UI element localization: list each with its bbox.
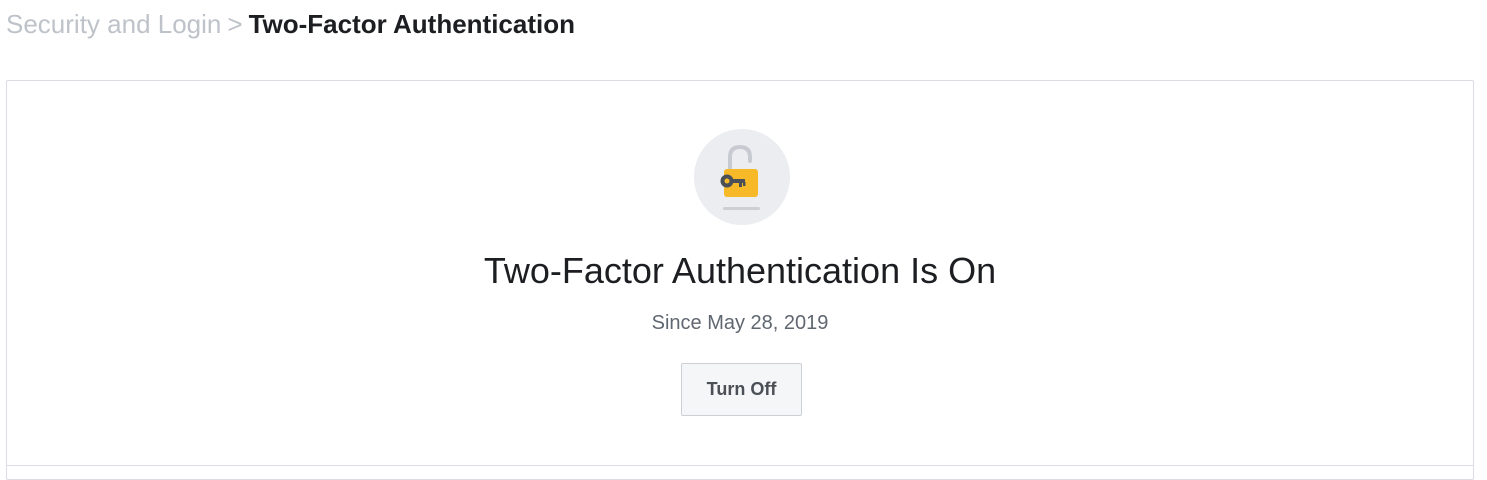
enabled-since-date: Since May 28, 2019	[651, 312, 829, 334]
section-divider	[7, 465, 1473, 466]
two-factor-status-card: Two-Factor Authentication Is On Since Ma…	[6, 80, 1474, 480]
breadcrumb: Security and Login > Two-Factor Authentica…	[6, 8, 575, 40]
breadcrumb-link-security-and-login[interactable]: Security and Login	[6, 9, 221, 39]
page-title: Two-Factor Authentication	[248, 9, 575, 39]
unlocked-padlock-key-icon	[694, 129, 790, 225]
turn-off-button[interactable]: Turn Off	[681, 363, 802, 416]
breadcrumb-separator: >	[227, 9, 243, 39]
status-heading: Two-Factor Authentication Is On	[483, 250, 997, 291]
